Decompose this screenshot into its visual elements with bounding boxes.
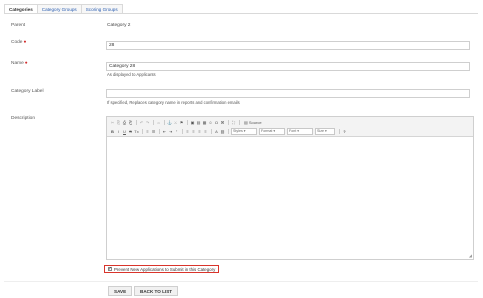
indent-icon[interactable]: ⇥ <box>168 129 173 135</box>
description-label: Description <box>11 116 35 121</box>
description-editor[interactable]: ✂ ⎘ ⎙ ⎗ ↶ ↷ ⇔ ⚓ ⚔ ⚑ ▣ ▤ ▦ ☺ Ω ⌘ ⛶ ▤ Sour… <box>106 116 474 260</box>
find-replace-icon[interactable]: ⇔ <box>156 120 161 126</box>
numbered-list-icon[interactable]: ≡ <box>145 129 150 135</box>
toolbar-separator <box>159 129 160 134</box>
category-label-field[interactable] <box>106 89 470 98</box>
toolbar-separator <box>182 129 183 134</box>
anchor-icon[interactable]: ⚑ <box>179 120 184 126</box>
toolbar-row-1: ✂ ⎘ ⎙ ⎗ ↶ ↷ ⇔ ⚓ ⚔ ⚑ ▣ ▤ ▦ ☺ Ω ⌘ ⛶ ▤ Sour… <box>110 119 265 126</box>
background-color-icon[interactable]: ▧ <box>220 129 225 135</box>
category-label-label: Category Label <box>11 89 44 94</box>
font-label: Font <box>289 129 297 133</box>
prevent-submissions-label: Prevent New Applications to Submit in th… <box>114 266 216 272</box>
format-dropdown[interactable]: Format ▾ <box>259 128 285 135</box>
parent-label: Parent <box>11 23 26 28</box>
back-to-list-button[interactable]: BACK TO LIST <box>134 286 179 296</box>
align-right-icon[interactable]: ≡ <box>197 129 202 135</box>
flash-icon[interactable]: ▤ <box>196 120 201 126</box>
size-label: Size <box>317 129 324 133</box>
styles-label: Styles <box>233 129 243 133</box>
copy-icon[interactable]: ⎘ <box>116 120 121 126</box>
font-dropdown[interactable]: Font ▾ <box>287 128 313 135</box>
align-justify-icon[interactable]: ≡ <box>203 129 208 135</box>
text-color-icon[interactable]: A <box>214 129 219 135</box>
table-icon[interactable]: ▦ <box>202 120 207 126</box>
styles-dropdown[interactable]: Styles ▾ <box>231 128 257 135</box>
source-label: Source <box>248 119 262 125</box>
align-left-icon[interactable]: ≡ <box>185 129 190 135</box>
unlink-icon[interactable]: ⚔ <box>173 120 178 126</box>
smiley-icon[interactable]: ☺ <box>208 120 213 126</box>
toolbar-separator <box>153 120 154 125</box>
save-button[interactable]: SAVE <box>108 286 133 296</box>
format-label: Format <box>261 129 273 133</box>
toolbar-separator <box>164 120 165 125</box>
category-label-hint: If specified, Replaces category name in … <box>107 100 240 105</box>
cut-icon[interactable]: ✂ <box>110 120 115 126</box>
iframe-icon[interactable]: ⌘ <box>220 120 225 126</box>
underline-icon[interactable]: U <box>122 129 127 135</box>
strike-icon[interactable]: S <box>128 129 133 135</box>
parent-value: Category 2 <box>107 23 131 28</box>
footer-divider <box>4 281 478 282</box>
required-marker: ● <box>23 40 27 45</box>
help-icon[interactable]: ? <box>342 129 347 135</box>
toolbar-separator <box>239 120 240 125</box>
paste-icon[interactable]: ⎙ <box>122 120 127 126</box>
name-label-text: Name <box>11 61 24 66</box>
name-label: Name● <box>11 61 28 66</box>
blockquote-icon[interactable]: ” <box>174 129 179 135</box>
checkbox-icon[interactable] <box>108 266 112 272</box>
outdent-icon[interactable]: ⇤ <box>162 129 167 135</box>
redo-icon[interactable]: ↷ <box>145 120 150 126</box>
tab-bar: Categories Category Groups Scoring Group… <box>4 4 123 14</box>
name-field[interactable]: Category 28 <box>106 62 470 71</box>
toolbar-separator <box>228 120 229 125</box>
image-icon[interactable]: ▣ <box>190 120 195 126</box>
toolbar-separator <box>187 120 188 125</box>
size-dropdown[interactable]: Size ▾ <box>315 128 335 135</box>
align-center-icon[interactable]: ≡ <box>191 129 196 135</box>
editor-toolbar: ✂ ⎘ ⎙ ⎗ ↶ ↷ ⇔ ⚓ ⚔ ⚑ ▣ ▤ ▦ ☺ Ω ⌘ ⛶ ▤ Sour… <box>107 117 473 137</box>
toolbar-row-2: B I U S Tx ≡ ☰ ⇤ ⇥ ” ≡ ≡ ≡ ≡ A ▧ Styles … <box>110 128 348 135</box>
source-button[interactable]: ▤ Source <box>242 120 264 126</box>
resize-handle-icon[interactable]: ◢ <box>469 253 472 258</box>
required-marker: ● <box>24 61 28 66</box>
toolbar-separator <box>339 129 340 134</box>
toolbar-separator <box>228 129 229 134</box>
remove-format-icon[interactable]: Tx <box>134 129 139 135</box>
bold-icon[interactable]: B <box>110 129 115 135</box>
italic-icon[interactable]: I <box>116 129 121 135</box>
toolbar-separator <box>211 129 212 134</box>
undo-icon[interactable]: ↶ <box>139 120 144 126</box>
prevent-submissions-checkbox[interactable]: Prevent New Applications to Submit in th… <box>104 265 220 273</box>
toolbar-separator <box>136 120 137 125</box>
code-label-text: Code <box>11 40 23 45</box>
link-icon[interactable]: ⚓ <box>167 120 172 126</box>
special-char-icon[interactable]: Ω <box>214 120 219 126</box>
code-label: Code● <box>11 40 26 45</box>
tab-divider <box>4 13 478 14</box>
name-hint: As displayed to Applicants <box>107 72 156 77</box>
code-field[interactable]: 28 <box>106 41 470 50</box>
paste-text-icon[interactable]: ⎗ <box>128 120 133 126</box>
toolbar-separator <box>142 129 143 134</box>
bulleted-list-icon[interactable]: ☰ <box>151 129 156 135</box>
maximize-icon[interactable]: ⛶ <box>231 120 236 126</box>
